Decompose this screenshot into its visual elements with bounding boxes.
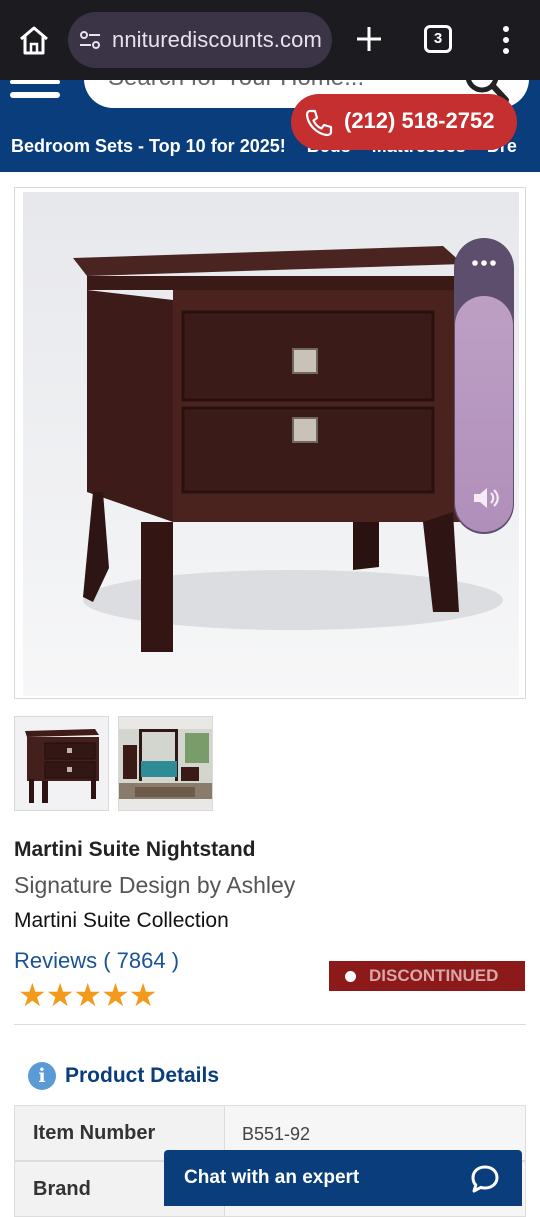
product-collection[interactable]: Martini Suite Collection	[14, 909, 229, 933]
new-tab-icon[interactable]	[352, 22, 386, 56]
status-label: DISCONTINUED	[369, 966, 499, 985]
site-header: Search for Your Home... Bedroom Sets - T…	[0, 80, 540, 172]
home-icon[interactable]	[16, 22, 52, 58]
product-title: Martini Suite Nightstand	[14, 838, 256, 861]
tab-switcher-button[interactable]: 3	[424, 25, 452, 53]
thumbnail-bedroom-set-image	[119, 717, 212, 810]
reviews-link[interactable]: Reviews ( 7864 )	[14, 948, 179, 974]
chat-bubble-icon	[471, 1165, 499, 1193]
product-brand[interactable]: Signature Design by Ashley	[14, 872, 295, 899]
chat-with-expert-button[interactable]: Chat with an expert	[164, 1150, 522, 1206]
system-volume-panel[interactable]	[454, 238, 514, 534]
call-phone-button[interactable]: (212) 518-2752	[291, 94, 517, 150]
phone-number: (212) 518-2752	[344, 108, 495, 133]
more-options-icon[interactable]	[494, 22, 518, 58]
product-details-title: Product Details	[65, 1064, 220, 1087]
status-dot-icon	[345, 971, 356, 982]
main-product-image[interactable]	[14, 187, 526, 699]
thumbnail-nightstand[interactable]	[14, 716, 109, 811]
thumbnail-nightstand-image	[15, 717, 108, 810]
nav-item-bedroom-sets[interactable]: Bedroom Sets - Top 10 for 2025!	[11, 136, 286, 156]
star-rating: ★★★★★	[18, 977, 157, 1013]
discontinued-badge: DISCONTINUED	[329, 961, 525, 991]
site-settings-icon[interactable]	[78, 28, 102, 52]
volume-options-icon[interactable]	[471, 256, 497, 270]
hamburger-menu-icon[interactable]	[10, 80, 62, 100]
phone-icon	[305, 109, 333, 137]
chat-label: Chat with an expert	[184, 1167, 360, 1188]
speaker-icon[interactable]	[470, 482, 502, 514]
search-placeholder: Search for Your Home...	[108, 80, 364, 92]
thumbnail-bedroom-set[interactable]	[118, 716, 213, 811]
info-icon: i	[28, 1062, 56, 1090]
url-text: nniturediscounts.com	[112, 27, 322, 52]
address-bar[interactable]: nniturediscounts.com	[68, 12, 332, 68]
nightstand-photo	[23, 192, 519, 696]
browser-toolbar: nniturediscounts.com 3	[0, 0, 540, 80]
section-divider	[14, 1024, 526, 1025]
